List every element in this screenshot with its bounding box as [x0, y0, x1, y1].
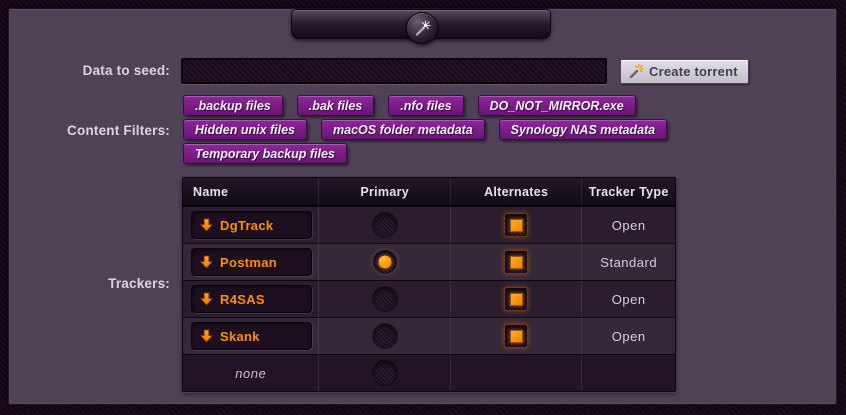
down-arrow-icon: [200, 292, 213, 306]
magic-wand-icon: [628, 63, 644, 80]
trackers-table: Name Primary Alternates Tracker Type DgT…: [182, 177, 676, 392]
alternates-checkbox[interactable]: [504, 213, 528, 237]
tracker-row-none: none: [183, 354, 675, 391]
create-torrent-button[interactable]: Create torrent: [620, 59, 749, 84]
filter-button-temporary-backup-files[interactable]: Temporary backup files: [183, 143, 347, 164]
tracker-row-postman: Postman Standard: [183, 243, 675, 280]
tracker-name: DgTrack: [220, 218, 273, 233]
section-toggle-orb[interactable]: [406, 12, 438, 44]
alternates-checkbox[interactable]: [504, 287, 528, 311]
data-to-seed-input[interactable]: [181, 58, 607, 84]
alternates-checkbox[interactable]: [504, 324, 528, 348]
tracker-type: Standard: [600, 255, 657, 270]
filter-button-bak-files[interactable]: .bak files: [297, 95, 375, 116]
tracker-name-none: none: [235, 366, 266, 381]
tracker-type: Open: [612, 292, 646, 307]
filter-row: Hidden unix files macOS folder metadata …: [183, 119, 653, 140]
tracker-name: R4SAS: [220, 292, 265, 307]
primary-radio[interactable]: [373, 213, 397, 237]
tracker-link-dgtrack[interactable]: DgTrack: [191, 211, 312, 239]
tracker-type: Open: [612, 218, 646, 233]
filter-button-nfo-files[interactable]: .nfo files: [388, 95, 463, 116]
filter-button-synology-nas-metadata[interactable]: Synology NAS metadata: [499, 119, 667, 140]
tracker-name: Skank: [220, 329, 260, 344]
content-filters-label: Content Filters:: [20, 123, 170, 138]
filter-button-hidden-unix-files[interactable]: Hidden unix files: [183, 119, 307, 140]
column-header-name: Name: [183, 178, 318, 205]
tracker-row-dgtrack: DgTrack Open: [183, 206, 675, 243]
filter-row: Temporary backup files: [183, 143, 653, 164]
column-header-primary: Primary: [318, 178, 449, 205]
content-filters-group: .backup files .bak files .nfo files DO_N…: [183, 95, 653, 167]
tracker-row-skank: Skank Open: [183, 317, 675, 354]
column-header-tracker-type: Tracker Type: [581, 178, 675, 205]
primary-radio[interactable]: [373, 287, 397, 311]
filter-button-backup-files[interactable]: .backup files: [183, 95, 283, 116]
down-arrow-icon: [200, 218, 213, 232]
filter-button-do-not-mirror[interactable]: DO_NOT_MIRROR.exe: [478, 95, 636, 116]
primary-radio[interactable]: [373, 324, 397, 348]
down-arrow-icon: [200, 329, 213, 343]
primary-radio[interactable]: [373, 361, 397, 385]
create-torrent-button-label: Create torrent: [649, 64, 738, 79]
tracker-link-postman[interactable]: Postman: [191, 248, 312, 276]
down-arrow-icon: [200, 255, 213, 269]
trackers-label: Trackers:: [20, 276, 170, 291]
data-to-seed-label: Data to seed:: [20, 63, 170, 78]
tracker-name: Postman: [220, 255, 277, 270]
trackers-table-header: Name Primary Alternates Tracker Type: [183, 178, 675, 206]
tracker-link-skank[interactable]: Skank: [191, 322, 312, 350]
tracker-link-r4sas[interactable]: R4SAS: [191, 285, 312, 313]
primary-radio[interactable]: [373, 250, 397, 274]
tracker-type: Open: [612, 329, 646, 344]
magic-wand-icon: [412, 18, 432, 38]
filter-row: .backup files .bak files .nfo files DO_N…: [183, 95, 653, 116]
filter-button-macos-folder-metadata[interactable]: macOS folder metadata: [321, 119, 485, 140]
column-header-alternates: Alternates: [450, 178, 581, 205]
tracker-row-r4sas: R4SAS Open: [183, 280, 675, 317]
alternates-checkbox[interactable]: [504, 250, 528, 274]
